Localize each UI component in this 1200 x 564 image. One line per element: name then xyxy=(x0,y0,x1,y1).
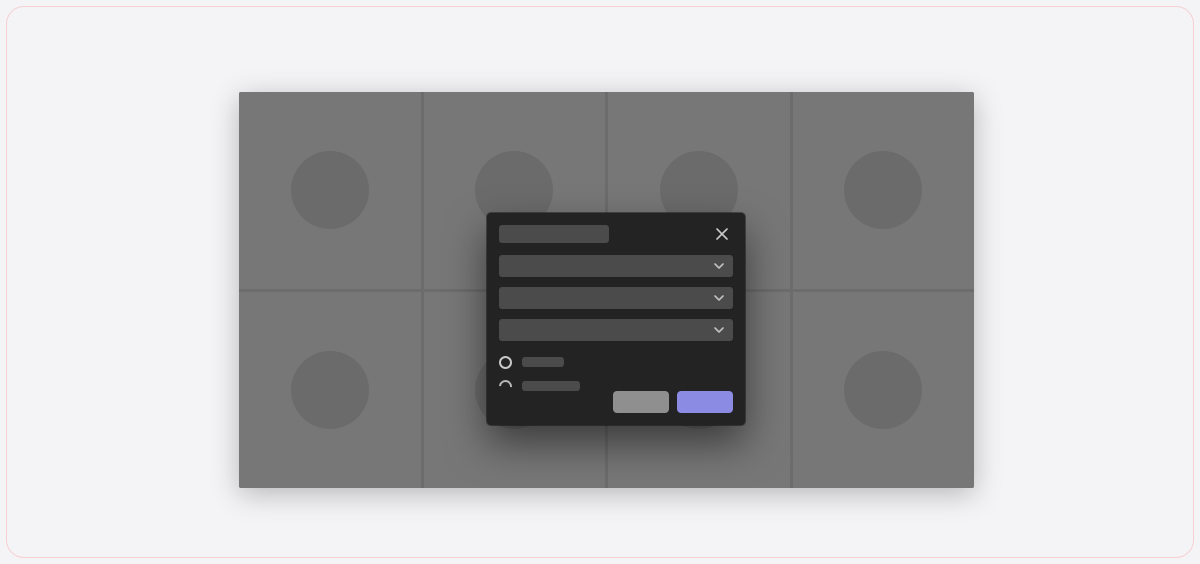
modal-title xyxy=(499,225,609,243)
radio-label xyxy=(522,357,564,367)
radio-option-1[interactable] xyxy=(499,353,733,371)
grid-tile[interactable] xyxy=(239,92,421,289)
cancel-button[interactable] xyxy=(613,391,669,413)
radio-unchecked-icon xyxy=(499,356,512,369)
chevron-down-icon xyxy=(713,292,725,304)
select-field-2[interactable] xyxy=(499,287,733,309)
app-window xyxy=(239,92,974,488)
grid-tile[interactable] xyxy=(239,292,421,489)
select-field-1[interactable] xyxy=(499,255,733,277)
modal-footer xyxy=(499,391,733,413)
chevron-down-icon xyxy=(713,260,725,272)
radio-group xyxy=(499,353,733,395)
select-field-3[interactable] xyxy=(499,319,733,341)
grid-tile[interactable] xyxy=(793,292,975,489)
modal-header xyxy=(499,223,733,245)
chevron-down-icon xyxy=(713,324,725,336)
close-button[interactable] xyxy=(711,223,733,245)
close-icon xyxy=(715,227,729,241)
radio-label xyxy=(522,381,580,391)
grid-tile[interactable] xyxy=(793,92,975,289)
example-card xyxy=(6,6,1194,558)
confirm-button[interactable] xyxy=(677,391,733,413)
settings-modal xyxy=(487,213,745,425)
